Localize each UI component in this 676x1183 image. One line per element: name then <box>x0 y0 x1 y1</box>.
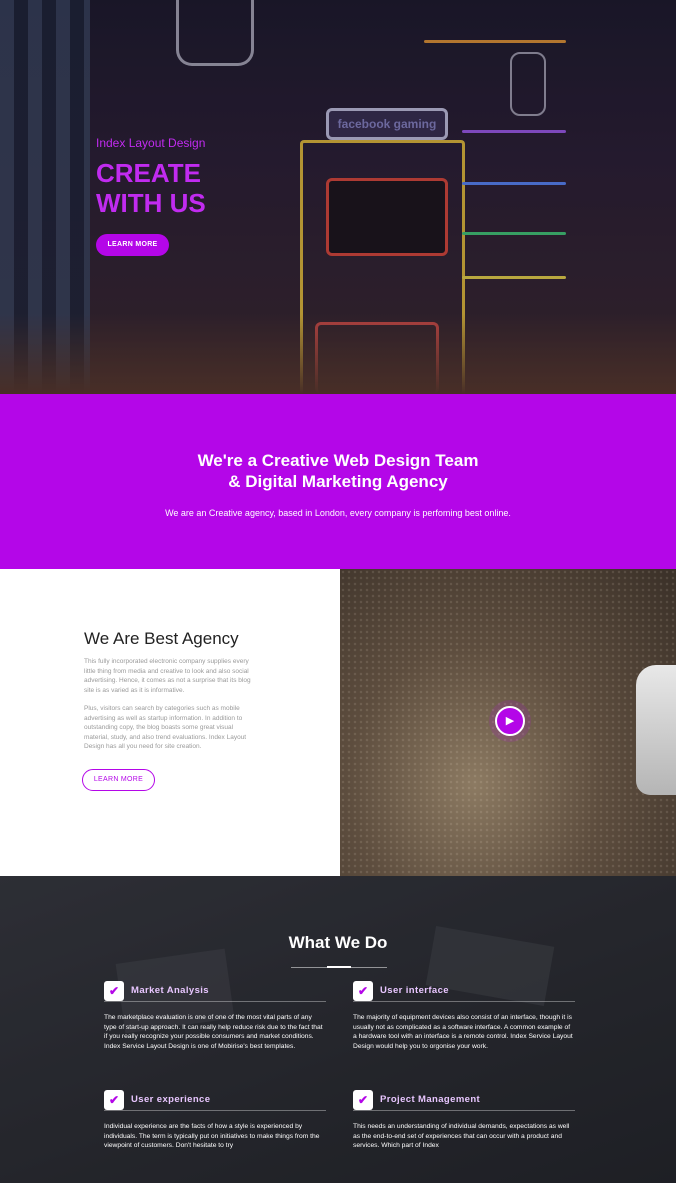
hero-section: facebook gaming Index Layout Design CREA… <box>0 0 676 394</box>
agency-paragraph-2: Plus, visitors can search by categories … <box>84 705 247 750</box>
intro-heading-line2: & Digital Marketing Agency <box>228 472 448 491</box>
check-icon: ✔ <box>104 1089 124 1110</box>
check-icon: ✔ <box>353 980 373 1001</box>
agency-learn-more-button[interactable]: LEARN MORE <box>82 768 155 791</box>
service-title: User interface <box>380 985 449 996</box>
agency-section: We Are Best Agency This fully incorporat… <box>0 569 676 876</box>
service-title: Project Management <box>380 1094 481 1105</box>
services-heading-divider-accent <box>327 966 351 968</box>
agency-heading: We Are Best Agency <box>84 629 239 648</box>
service-header: ✔ User interface <box>353 980 575 1002</box>
service-item-market-analysis: ✔ Market Analysis The marketplace evalua… <box>104 980 326 1052</box>
service-text: The majority of equipment devices also c… <box>353 1014 573 1051</box>
intro-band: We're a Creative Web Design Team & Digit… <box>0 394 676 569</box>
agency-text: We Are Best Agency This fully incorporat… <box>82 629 256 791</box>
agency-text-panel: We Are Best Agency This fully incorporat… <box>0 569 340 876</box>
hero-title: CREATE WITH US <box>96 158 206 218</box>
play-icon[interactable]: ▶ <box>495 706 525 736</box>
service-header: ✔ Market Analysis <box>104 980 326 1002</box>
hero-content: Index Layout Design CREATE WITH US LEARN… <box>96 136 206 256</box>
service-item-user-experience: ✔ User experience Individual experience … <box>104 1089 326 1151</box>
intro-heading: We're a Creative Web Design Team & Digit… <box>0 450 676 492</box>
check-icon: ✔ <box>104 980 124 1001</box>
service-text: The marketplace evaluation is one of one… <box>104 1014 323 1051</box>
service-header: ✔ Project Management <box>353 1089 575 1111</box>
hero-learn-more-button[interactable]: LEARN MORE <box>96 234 169 256</box>
service-header: ✔ User experience <box>104 1089 326 1111</box>
service-item-project-management: ✔ Project Management This needs an under… <box>353 1089 575 1151</box>
services-section: What We Do ✔ Market Analysis The marketp… <box>0 876 676 1183</box>
check-icon: ✔ <box>353 1089 373 1110</box>
hero-kicker: Index Layout Design <box>96 136 206 150</box>
intro-subtext: We are an Creative agency, based in Lond… <box>165 508 511 518</box>
service-title: User experience <box>131 1094 211 1105</box>
agency-video-panel: ▶ <box>340 569 676 876</box>
hero-title-line1: CREATE <box>96 158 201 188</box>
stormtrooper-figure <box>636 665 676 795</box>
services-heading: What We Do <box>288 933 388 952</box>
service-title: Market Analysis <box>131 985 209 996</box>
service-text: Individual experience are the facts of h… <box>104 1123 320 1150</box>
hero-title-line2: WITH US <box>96 188 206 218</box>
agency-paragraph-1: This fully incorporated electronic compa… <box>84 658 251 694</box>
intro-heading-line1: We're a Creative Web Design Team <box>197 451 479 470</box>
service-text: This needs an understanding of individua… <box>353 1123 570 1150</box>
service-item-user-interface: ✔ User interface The majority of equipme… <box>353 980 575 1052</box>
